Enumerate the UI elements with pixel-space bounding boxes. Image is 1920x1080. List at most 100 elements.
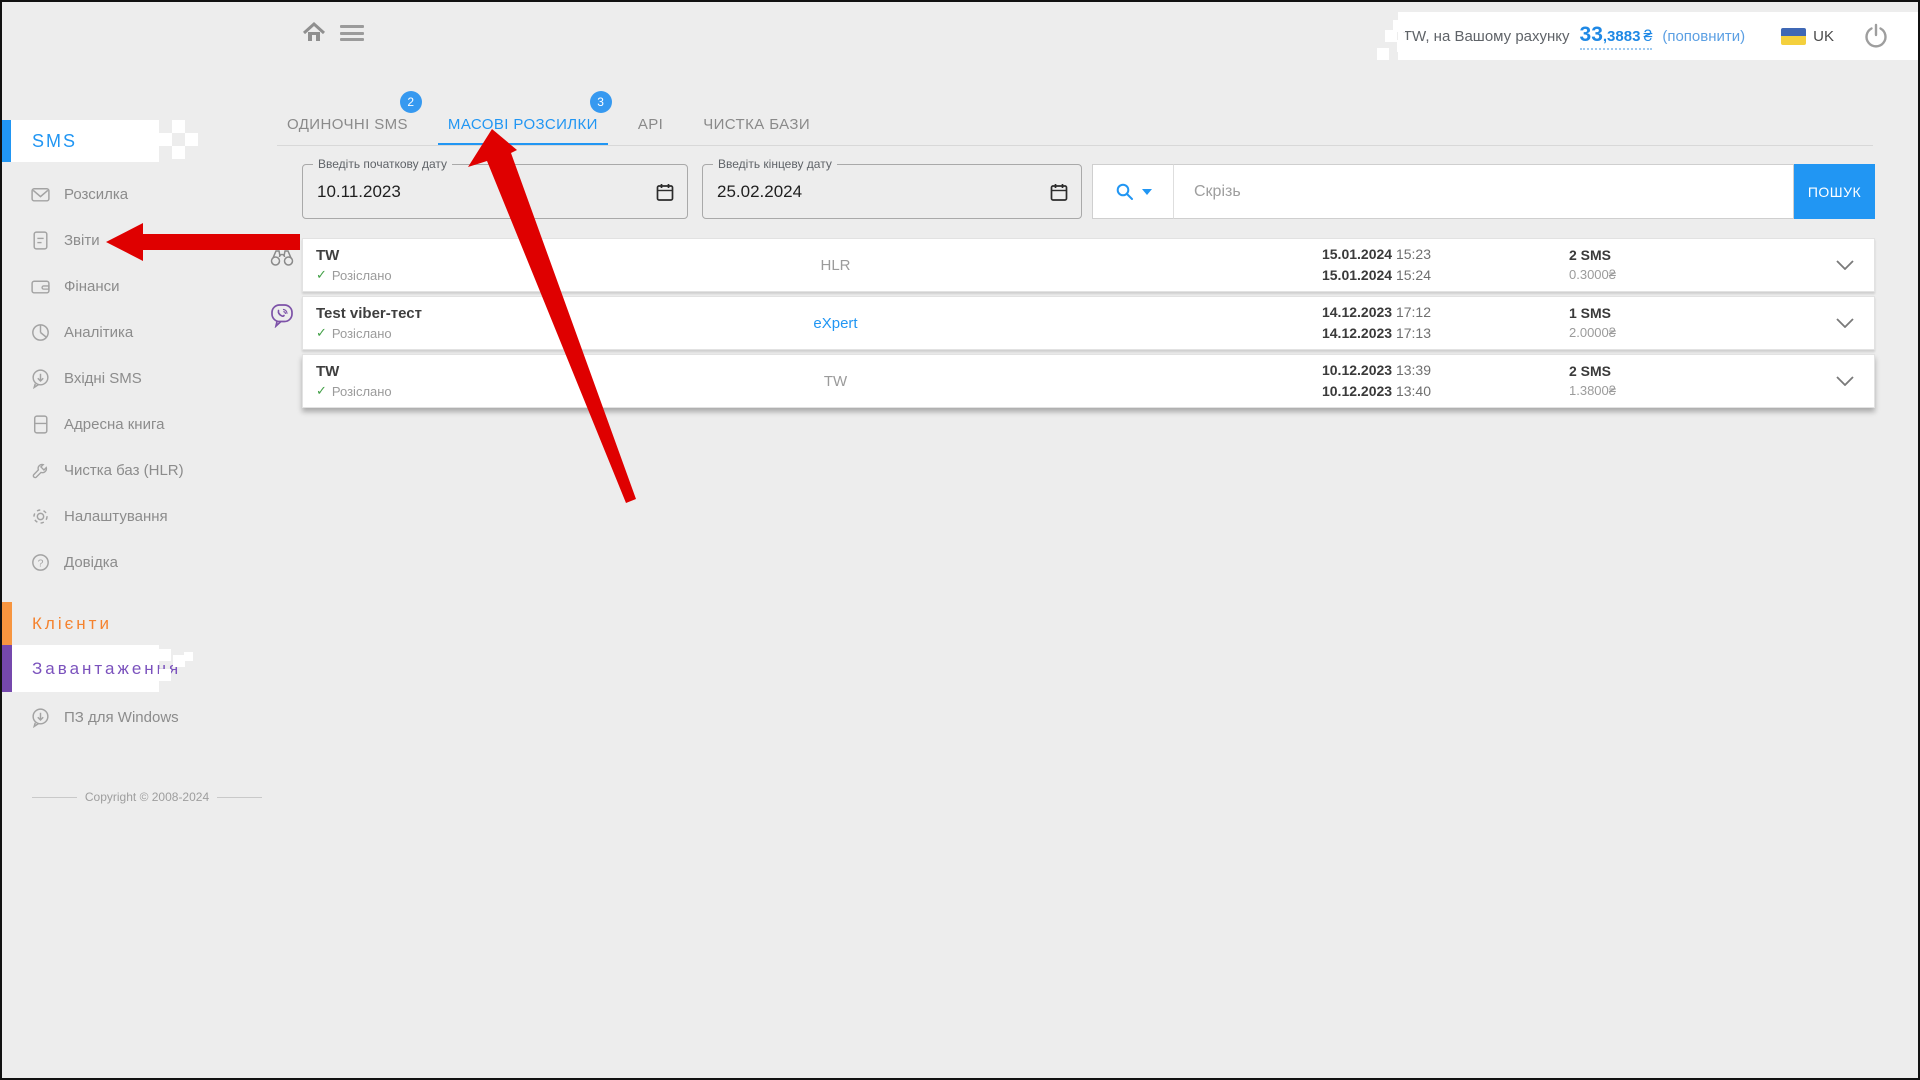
balance-prefix: TW, на Вашому рахунку — [1403, 28, 1570, 45]
campaign-dates: 14.12.2023 17:12 14.12.2023 17:13 — [983, 302, 1453, 344]
campaign-status: Розіслано — [332, 326, 392, 341]
chevron-down-icon — [1836, 260, 1854, 270]
active-section-bar — [2, 120, 11, 162]
campaign-dates: 10.12.2023 13:39 10.12.2023 13:40 — [983, 360, 1453, 402]
pie-chart-icon — [30, 322, 52, 343]
tab-single-sms[interactable]: ОДИНОЧНІ SMS 2 — [287, 102, 408, 146]
campaign-volume: 2 SMS 1.3800₴ — [1453, 361, 1803, 401]
sidebar-item-rozsylka[interactable]: Розсилка — [2, 171, 242, 217]
home-icon — [301, 20, 327, 46]
campaign-status: Розіслано — [332, 384, 392, 399]
end-date-input[interactable] — [717, 182, 982, 202]
help-icon: ? — [30, 552, 52, 573]
power-icon — [1862, 22, 1890, 50]
inbox-bubble-icon — [30, 368, 52, 389]
sidebar-item-windows-software[interactable]: ПЗ для Windows — [2, 694, 242, 740]
app-window: TW, на Вашому рахунку 33 ,3883 ₴ (поповн… — [0, 0, 1920, 1080]
campaign-title: TW — [316, 363, 688, 380]
tab-single-sms-badge: 2 — [400, 91, 422, 113]
calendar-icon[interactable] — [656, 183, 674, 202]
campaign-row[interactable]: Test viber-тест ✓ Розіслано eXpert 14.12.… — [302, 296, 1875, 350]
wallet-icon — [30, 276, 52, 297]
sidebar-nav: Розсилка Звіти Фінанси Аналітика Вхідні … — [2, 171, 242, 585]
check-icon: ✓ — [316, 267, 327, 283]
logout-button[interactable] — [1862, 22, 1890, 50]
sidebar-section-sms[interactable]: SMS — [2, 120, 159, 162]
wrench-icon — [30, 460, 52, 481]
sms-cost: 2.0000₴ — [1569, 323, 1803, 343]
check-icon: ✓ — [316, 325, 327, 341]
search-icon — [1115, 182, 1135, 202]
gear-icon — [30, 506, 52, 527]
currency-symbol: ₴ — [1643, 28, 1652, 46]
report-tabs: ОДИНОЧНІ SMS 2 МАСОВІ РОЗСИЛКИ 3 API ЧИС… — [287, 102, 810, 146]
search-mode-dropdown[interactable] — [1092, 164, 1174, 219]
sidebar-item-nalashtuvannya[interactable]: Налаштування — [2, 493, 242, 539]
sms-count: 2 SMS — [1569, 361, 1803, 381]
chevron-down-icon — [1836, 318, 1854, 328]
balance-amount[interactable]: 33 ,3883 ₴ — [1580, 23, 1653, 50]
start-date-field: Введіть початкову дату — [302, 164, 688, 219]
sms-count: 1 SMS — [1569, 303, 1803, 323]
sidebar-item-chystka-baz[interactable]: Чистка баз (HLR) — [2, 447, 242, 493]
sidebar-item-zvity[interactable]: Звіти — [2, 217, 242, 263]
search-input[interactable] — [1174, 164, 1794, 219]
sidebar-section-clients[interactable]: Клієнти — [2, 602, 242, 645]
tab-api[interactable]: API — [638, 102, 663, 146]
home-button[interactable] — [301, 20, 327, 46]
downloads-section-bar — [2, 645, 12, 692]
sidebar-item-finansy[interactable]: Фінанси — [2, 263, 242, 309]
download-bubble-icon — [30, 707, 52, 728]
campaign-row[interactable]: TW ✓Розіслано HLR 15.01.2024 15:23 15.01… — [302, 238, 1875, 292]
start-date-input[interactable] — [317, 182, 586, 202]
tabs-divider — [277, 145, 1873, 146]
hamburger-menu-icon[interactable] — [340, 23, 364, 43]
sidebar-item-vhidni-sms[interactable]: Вхідні SMS — [2, 355, 242, 401]
ukraine-flag-icon — [1781, 28, 1806, 45]
end-date-field: Введіть кінцеву дату — [702, 164, 1082, 219]
svg-text:?: ? — [38, 557, 44, 569]
campaign-title-cell: TW ✓ Розіслано — [303, 363, 688, 399]
campaign-channel: TW — [688, 373, 983, 390]
report-icon — [30, 230, 52, 251]
sidebar-section-sms-label: SMS — [32, 131, 77, 152]
chevron-down-icon — [1142, 189, 1152, 195]
tab-mass-campaigns-badge: 3 — [590, 91, 612, 113]
sidebar-item-adresna-knyha[interactable]: Адресна книга — [2, 401, 242, 447]
calendar-icon[interactable] — [1050, 183, 1068, 202]
campaign-status: Розіслано — [332, 268, 392, 283]
campaign-title-cell: Test viber-тест ✓ Розіслано — [303, 305, 688, 341]
topup-link[interactable]: (поповнити) — [1662, 28, 1745, 45]
check-icon: ✓ — [316, 383, 327, 399]
campaign-row[interactable]: TW ✓ Розіслано TW 10.12.2023 13:39 10.12.… — [302, 354, 1875, 408]
campaign-channel: HLR — [688, 257, 983, 274]
tab-base-cleaning[interactable]: ЧИСТКА БАЗИ — [703, 102, 810, 146]
campaign-volume: 2 SMS 0.3000₴ — [1453, 245, 1803, 285]
expand-row-button[interactable] — [1803, 376, 1874, 386]
campaign-volume: 1 SMS 2.0000₴ — [1453, 303, 1803, 343]
envelope-icon — [30, 184, 52, 205]
language-code: UK — [1813, 28, 1834, 45]
campaign-title-cell: TW ✓Розіслано — [303, 247, 688, 283]
address-book-icon — [30, 414, 52, 435]
sms-cost: 1.3800₴ — [1569, 381, 1803, 401]
sidebar-section-downloads[interactable]: Завантаження — [2, 645, 159, 692]
sms-cost: 0.3000₴ — [1569, 265, 1803, 285]
copyright: Copyright © 2008-2024 — [32, 790, 262, 804]
expand-row-button[interactable] — [1803, 260, 1874, 270]
start-date-label: Введіть початкову дату — [313, 157, 452, 171]
chevron-down-icon — [1836, 376, 1854, 386]
sidebar-item-analityka[interactable]: Аналітика — [2, 309, 242, 355]
clients-section-bar — [2, 602, 12, 645]
campaign-title: Test viber-тест — [316, 305, 688, 322]
search-bar: ПОШУК — [1092, 164, 1875, 219]
campaign-channel-link[interactable]: eXpert — [813, 315, 857, 332]
language-selector[interactable]: UK — [1781, 28, 1834, 45]
end-date-label: Введіть кінцеву дату — [713, 157, 837, 171]
account-balance-bar: TW, на Вашому рахунку 33 ,3883 ₴ (поповн… — [1398, 12, 1918, 60]
tab-mass-campaigns[interactable]: МАСОВІ РОЗСИЛКИ 3 — [448, 102, 598, 146]
search-button[interactable]: ПОШУК — [1794, 164, 1875, 219]
expand-row-button[interactable] — [1803, 318, 1874, 328]
sidebar-item-dovidka[interactable]: ? Довідка — [2, 539, 242, 585]
sms-count: 2 SMS — [1569, 245, 1803, 265]
